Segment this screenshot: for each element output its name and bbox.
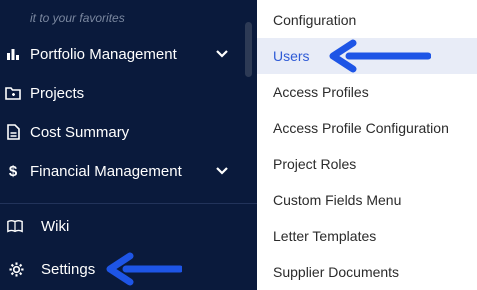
dollar-icon: $ <box>8 162 18 180</box>
folder-icon <box>5 85 21 101</box>
menu-item-configuration[interactable]: Configuration <box>257 2 477 38</box>
menu-item-label: Supplier Documents <box>273 264 400 280</box>
menu-item-project-roles[interactable]: Project Roles <box>257 146 477 182</box>
sidebar-divider <box>0 203 257 204</box>
sidebar-item-label: Wiki <box>41 217 70 235</box>
menu-item-label: Access Profile Configuration <box>273 120 449 136</box>
pointer-arrow-icon <box>329 39 431 73</box>
menu-item-label: Letter Templates <box>273 228 377 244</box>
chevron-down-icon[interactable] <box>214 163 230 179</box>
menu-item-supplier-documents[interactable]: Supplier Documents <box>257 254 477 290</box>
menu-item-access-profiles[interactable]: Access Profiles <box>257 74 477 110</box>
sidebar: it to your favorites Portfolio Managemen… <box>0 0 257 290</box>
sidebar-item-projects[interactable]: Projects <box>0 76 257 110</box>
pointer-arrow-icon <box>106 252 182 286</box>
gear-icon <box>8 261 24 277</box>
menu-item-label: Configuration <box>273 12 357 28</box>
sidebar-item-label: Financial Management <box>30 162 182 180</box>
menu-item-letter-templates[interactable]: Letter Templates <box>257 218 477 254</box>
menu-item-access-profile-configuration[interactable]: Access Profile Configuration <box>257 110 477 146</box>
menu-item-label: Users <box>273 48 310 64</box>
menu-item-label: Access Profiles <box>273 84 369 100</box>
bar-chart-icon <box>5 46 21 62</box>
settings-submenu: Configuration Users Access Profiles Acce… <box>257 0 477 290</box>
sidebar-item-wiki[interactable]: Wiki <box>0 209 257 243</box>
menu-item-label: Project Roles <box>273 156 357 172</box>
sidebar-item-label: Projects <box>30 84 85 102</box>
favorites-hint: it to your favorites <box>30 11 125 25</box>
sidebar-item-portfolio-management[interactable]: Portfolio Management <box>0 37 257 71</box>
sidebar-item-financial-management[interactable]: $ Financial Management <box>0 154 257 188</box>
sidebar-item-cost-summary[interactable]: Cost Summary <box>0 115 257 149</box>
book-icon <box>7 218 23 234</box>
sidebar-item-label: Cost Summary <box>30 123 130 141</box>
chevron-down-icon[interactable] <box>214 46 230 62</box>
menu-item-label: Custom Fields Menu <box>273 192 402 208</box>
menu-item-custom-fields-menu[interactable]: Custom Fields Menu <box>257 182 477 218</box>
document-icon <box>5 124 21 140</box>
sidebar-item-label: Settings <box>41 260 96 278</box>
sidebar-item-label: Portfolio Management <box>30 45 177 63</box>
